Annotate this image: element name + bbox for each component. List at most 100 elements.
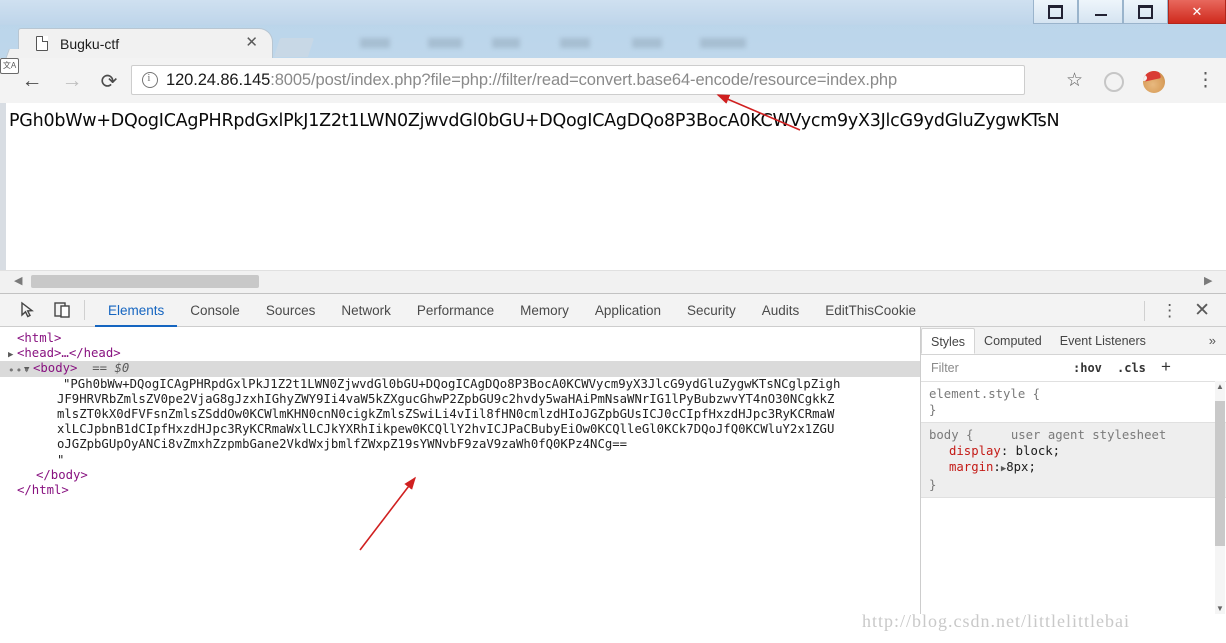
body-tag-label: <body>	[33, 361, 78, 376]
window-minimize-button[interactable]	[1078, 0, 1123, 24]
tree-text-line[interactable]: "PGh0bWw+DQogICAgPHRpdGxlPkJ1Z2t1LWN0Zjw…	[0, 377, 920, 392]
css-rule-close-wrap: }	[929, 477, 1226, 493]
page-viewport: PGh0bWw+DQogICAgPHRpdGxlPkJ1Z2t1LWN0Zjwv…	[0, 103, 1226, 292]
url-text: 120.24.86.145:8005/post/index.php?file=p…	[166, 71, 897, 90]
devtools-tab-sources[interactable]: Sources	[253, 295, 329, 327]
url-path: :8005/post/index.php?file=php://filter/r…	[270, 70, 898, 89]
css-selector: body {	[929, 428, 974, 442]
address-bar[interactable]: 120.24.86.145:8005/post/index.php?file=p…	[131, 65, 1025, 95]
cls-toggle-button[interactable]: .cls	[1117, 361, 1146, 375]
window-close-button[interactable]: ✕	[1168, 0, 1226, 24]
dom-tree: <html> ▶ <head>…</head> ••• ▼ <body> == $0…	[0, 327, 920, 498]
css-rule-body[interactable]: body { user agent stylesheet display: bl…	[921, 422, 1226, 498]
device-toolbar-icon[interactable]	[52, 300, 74, 320]
devtools-tab-network[interactable]: Network	[328, 295, 404, 327]
head-tag-label: <head>…</head>	[17, 346, 121, 361]
css-property[interactable]: display	[949, 444, 1001, 458]
css-declaration[interactable]: margin:▶8px;	[929, 459, 1226, 477]
styles-tab-event-listeners[interactable]: Event Listeners	[1051, 328, 1155, 354]
window-restore-button[interactable]	[1033, 0, 1078, 24]
inspect-element-icon[interactable]	[18, 300, 40, 320]
styles-tab-styles[interactable]: Styles	[921, 328, 976, 354]
devtools-tab-editthiscookie[interactable]: EditThisCookie	[812, 295, 929, 327]
css-rule-element-style[interactable]: element.style { }	[921, 382, 1226, 422]
scroll-right-icon[interactable]: ▶	[1204, 275, 1212, 287]
tree-line-body-close[interactable]: </body>	[0, 468, 920, 483]
window-titlebar: ✕	[0, 0, 1226, 25]
minimize-icon	[1094, 13, 1107, 16]
body-close-tag-label: </body>	[36, 467, 88, 482]
url-host: 120.24.86.145	[166, 70, 271, 89]
browser-tab[interactable]: Bugku-ctf ✕	[18, 28, 273, 58]
reload-icon[interactable]: ⟳	[95, 67, 123, 95]
info-circle-icon[interactable]	[142, 72, 158, 88]
css-declaration[interactable]: display: block;	[929, 443, 1226, 459]
tab-title: Bugku-ctf	[60, 36, 120, 52]
devtools-tab-audits[interactable]: Audits	[749, 295, 813, 327]
devtools-tab-console[interactable]: Console	[177, 295, 253, 327]
css-property[interactable]: margin	[949, 460, 993, 474]
more-tabs-icon[interactable]: »	[1209, 333, 1226, 348]
css-value[interactable]: 8px;	[1006, 460, 1036, 474]
devtools-tab-application[interactable]: Application	[582, 295, 674, 327]
inspect-cursor-glyph	[21, 301, 34, 318]
devtools-close-icon[interactable]: ✕	[1188, 301, 1226, 320]
scroll-up-icon[interactable]: ▲	[1216, 382, 1224, 391]
new-tab-button[interactable]	[273, 38, 315, 57]
css-rule-close: }	[929, 403, 937, 417]
browser-toolbar: ← → ⟳ 120.24.86.145:8005/post/index.php?…	[0, 58, 1226, 104]
elements-tree-panel[interactable]: <html> ▶ <head>…</head> ••• ▼ <body> == $0…	[0, 327, 921, 614]
css-colon: :	[1000, 444, 1016, 458]
horizontal-scrollbar[interactable]: ◀ ▶	[0, 270, 1226, 293]
css-origin-label: user agent stylesheet	[1010, 428, 1167, 442]
maximize-icon	[1138, 4, 1153, 19]
close-icon[interactable]: ✕	[245, 35, 258, 51]
css-rule-close: }	[929, 478, 937, 492]
devtools-menu-icon[interactable]: ⋮	[1151, 302, 1188, 319]
window-maximize-button[interactable]	[1123, 0, 1168, 24]
devtools-tab-memory[interactable]: Memory	[507, 295, 582, 327]
devtools-tab-elements[interactable]: Elements	[95, 295, 178, 327]
bookmark-star-icon[interactable]: ☆	[1066, 71, 1083, 90]
scroll-down-icon[interactable]: ▼	[1216, 604, 1224, 613]
back-icon[interactable]: ←	[18, 67, 46, 95]
tree-text-line[interactable]: JF9HRVRbZmlsZV0pe2VjaG8gJzxhIGhyZWY9Ii4v…	[0, 392, 920, 407]
text-node-line: mlsZT0kX0dFVFsnZmlsZSddOw0KCWlmKHN0cnN0c…	[57, 406, 835, 421]
devtools-tab-performance[interactable]: Performance	[404, 295, 507, 327]
styles-tab-computed[interactable]: Computed	[975, 328, 1051, 354]
tree-text-line[interactable]: xlLCJpbnB1dCIpfHxzdHJpc3RyKCRmaWxlLCJkYX…	[0, 422, 920, 437]
santa-cookie-extension-icon[interactable]	[1143, 71, 1165, 93]
css-value[interactable]: block;	[1016, 444, 1060, 458]
node-ref-label: == $0	[92, 361, 130, 376]
forward-icon[interactable]: →	[58, 67, 86, 95]
tree-line-html-open[interactable]: <html>	[0, 331, 920, 346]
new-style-rule-button[interactable]: +	[1161, 357, 1171, 377]
browser-window: ✕ Bugku-ctf ✕ ← → ⟳ 120.24.86.145:8005/p…	[0, 0, 1226, 643]
tree-line-html-close[interactable]: </html>	[0, 483, 920, 498]
scrollbar-thumb[interactable]	[1215, 401, 1225, 546]
css-colon: :	[993, 460, 1001, 474]
tree-text-line[interactable]: oJGZpbGUpOyANCi8vZmxhZzpmbGane2VkdWxjbml…	[0, 437, 920, 452]
page-icon	[36, 36, 48, 51]
styles-filter-row[interactable]: Filter :hov .cls +	[921, 355, 1226, 382]
tree-line-body[interactable]: ••• ▼ <body> == $0	[0, 361, 920, 377]
tree-text-line[interactable]: "	[0, 453, 920, 468]
hov-toggle-button[interactable]: :hov	[1073, 361, 1102, 375]
selected-node-marker	[77, 361, 92, 375]
page-body-text: PGh0bWw+DQogICAgPHRpdGxlPkJ1Z2t1LWN0Zjwv…	[9, 111, 1060, 131]
tree-text-line[interactable]: mlsZT0kX0dFVFsnZmlsZSddOw0KCWlmKHN0cnN0c…	[0, 407, 920, 422]
watermark-text: http://blog.csdn.net/littlelittlebai	[862, 611, 1130, 631]
styles-filter-input[interactable]: Filter	[921, 361, 959, 375]
profile-ring-icon[interactable]	[1104, 72, 1124, 92]
window-controls: ✕	[1033, 0, 1226, 25]
translate-icon[interactable]: 文A	[0, 58, 19, 74]
scrollbar-thumb[interactable]	[31, 275, 259, 288]
toolbar-divider	[1144, 300, 1146, 321]
scroll-left-icon[interactable]: ◀	[14, 275, 22, 287]
devtools-tab-security[interactable]: Security	[674, 295, 749, 327]
css-selector: element.style {	[929, 387, 1041, 401]
css-rule-header: body { user agent stylesheet	[929, 427, 1226, 443]
styles-scrollbar[interactable]: ▲ ▼	[1215, 381, 1225, 614]
tree-line-head[interactable]: ▶ <head>…</head>	[0, 346, 920, 361]
chrome-menu-icon[interactable]: ⋮	[1196, 71, 1215, 90]
